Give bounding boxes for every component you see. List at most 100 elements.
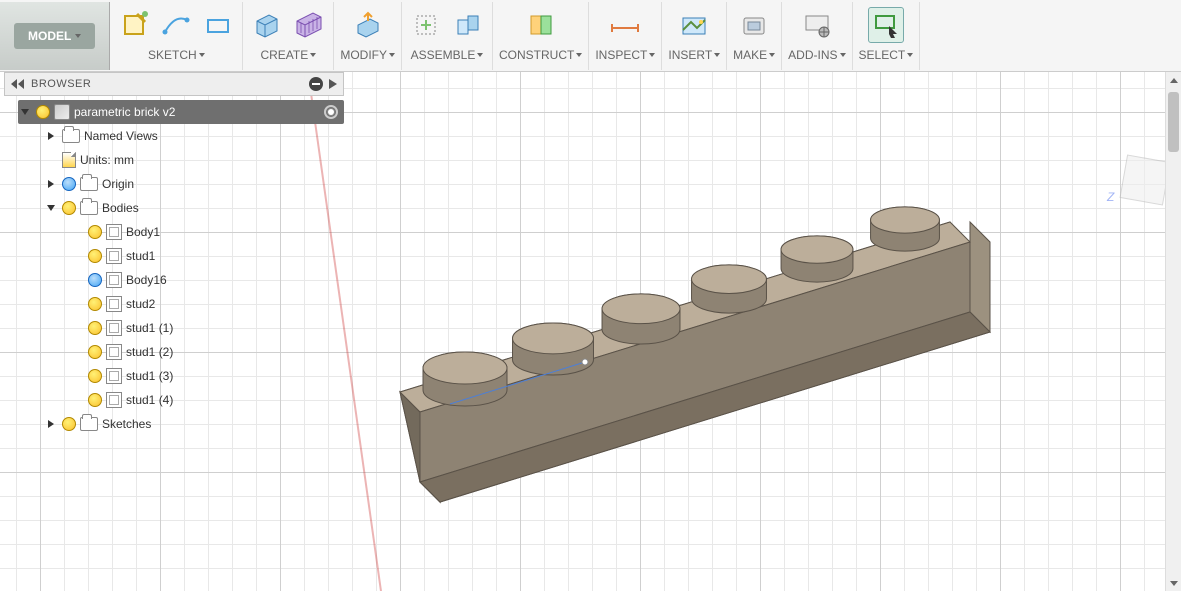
extrude-icon[interactable] bbox=[249, 7, 285, 43]
visibility-bulb-icon[interactable] bbox=[62, 201, 76, 215]
expander[interactable] bbox=[44, 132, 58, 140]
tree-item-label: Body16 bbox=[126, 273, 167, 287]
tree-item[interactable]: Sketches bbox=[44, 412, 344, 436]
visibility-bulb-icon[interactable] bbox=[88, 249, 102, 263]
toolbar-group-sketch: SKETCH bbox=[110, 2, 243, 70]
tree-item[interactable]: stud1 (4) bbox=[70, 388, 344, 412]
visibility-bulb-icon[interactable] bbox=[62, 417, 76, 431]
box-pattern-icon[interactable] bbox=[291, 7, 327, 43]
toolbar-group-create: CREATE bbox=[243, 2, 334, 70]
expand-down-icon bbox=[21, 109, 29, 115]
toolbar-label-modify[interactable]: MODIFY bbox=[340, 48, 387, 62]
visibility-bulb-icon[interactable] bbox=[88, 321, 102, 335]
tree-item[interactable]: stud1 (3) bbox=[70, 364, 344, 388]
tree-root[interactable]: parametric brick v2 bbox=[18, 100, 344, 124]
visibility-bulb-icon[interactable] bbox=[88, 393, 102, 407]
workspace-switcher[interactable]: MODEL bbox=[0, 2, 110, 70]
new-component-icon[interactable] bbox=[408, 7, 444, 43]
tree-item[interactable]: Body16 bbox=[70, 268, 344, 292]
press-pull-icon[interactable] bbox=[350, 7, 386, 43]
minimize-panel-icon[interactable] bbox=[309, 77, 323, 91]
scripts-icon[interactable] bbox=[799, 7, 835, 43]
toolbar-label-inspect[interactable]: INSPECT bbox=[595, 48, 647, 62]
body-icon bbox=[106, 344, 122, 360]
expand-right-icon bbox=[48, 420, 54, 428]
tree-item-label: Bodies bbox=[102, 201, 139, 215]
tree-item[interactable]: stud1 bbox=[70, 244, 344, 268]
toolbar-group-assemble: ASSEMBLE bbox=[402, 2, 493, 70]
caret-down-icon bbox=[389, 53, 395, 57]
panel-caret-icon[interactable] bbox=[329, 79, 337, 89]
tree-item-label: stud2 bbox=[126, 297, 155, 311]
toolbar-group-make: MAKE bbox=[727, 2, 782, 70]
caret-down-icon bbox=[714, 53, 720, 57]
toolbar-label-select[interactable]: SELECT bbox=[859, 48, 906, 62]
main-toolbar: MODEL SKETCH CREATE MODIFY ASSEMBLE CONS… bbox=[0, 0, 1181, 72]
measure-icon[interactable] bbox=[607, 7, 643, 43]
line-icon[interactable] bbox=[158, 7, 194, 43]
toolbar-label-create[interactable]: CREATE bbox=[260, 48, 308, 62]
tree-item[interactable]: Body1 bbox=[70, 220, 344, 244]
tree-item-label: Named Views bbox=[84, 129, 158, 143]
expand-right-icon bbox=[48, 132, 54, 140]
tree-item[interactable]: stud1 (2) bbox=[70, 340, 344, 364]
toolbar-label-assemble[interactable]: ASSEMBLE bbox=[411, 48, 476, 62]
activate-component-icon[interactable] bbox=[324, 105, 338, 119]
body-icon bbox=[106, 248, 122, 264]
tree-item-label: stud1 (1) bbox=[126, 321, 173, 335]
tree-item[interactable]: Origin bbox=[44, 172, 344, 196]
visibility-bulb-icon[interactable] bbox=[88, 225, 102, 239]
tree-item[interactable]: Units: mm bbox=[44, 148, 344, 172]
workspace-label: MODEL bbox=[28, 29, 71, 43]
toolbar-label-addins[interactable]: ADD-INS bbox=[788, 48, 837, 62]
expand-right-icon bbox=[48, 180, 54, 188]
body-icon bbox=[106, 368, 122, 384]
tree-item-label: stud1 bbox=[126, 249, 155, 263]
expander[interactable] bbox=[44, 180, 58, 188]
rewind-icon[interactable] bbox=[11, 79, 25, 89]
caret-down-icon bbox=[907, 53, 913, 57]
toolbar-group-inspect: INSPECT bbox=[589, 2, 662, 70]
scroll-down-icon bbox=[1170, 581, 1178, 586]
toolbar-group-select: SELECT bbox=[853, 2, 921, 70]
expander[interactable] bbox=[44, 420, 58, 428]
document-icon bbox=[62, 152, 76, 168]
construct-plane-icon[interactable] bbox=[523, 7, 559, 43]
folder-icon bbox=[80, 201, 98, 215]
visibility-bulb-icon[interactable] bbox=[88, 369, 102, 383]
caret-down-icon bbox=[310, 53, 316, 57]
toolbar-label-make[interactable]: MAKE bbox=[733, 48, 767, 62]
insert-decal-icon[interactable] bbox=[676, 7, 712, 43]
expander[interactable] bbox=[44, 205, 58, 211]
visibility-bulb-icon[interactable] bbox=[62, 177, 76, 191]
toolbar-label-construct[interactable]: CONSTRUCT bbox=[499, 48, 574, 62]
body-icon bbox=[106, 224, 122, 240]
toolbar-label-sketch[interactable]: SKETCH bbox=[148, 48, 197, 62]
tree-item[interactable]: stud1 (1) bbox=[70, 316, 344, 340]
visibility-bulb-icon[interactable] bbox=[36, 105, 50, 119]
toolbar-group-construct: CONSTRUCT bbox=[493, 2, 589, 70]
tree-item-label: Units: mm bbox=[80, 153, 134, 167]
tree-item[interactable]: stud2 bbox=[70, 292, 344, 316]
tree-item[interactable]: Named Views bbox=[44, 124, 344, 148]
toolbar-label-insert[interactable]: INSERT bbox=[668, 48, 712, 62]
folder-icon bbox=[80, 417, 98, 431]
print-3d-icon[interactable] bbox=[736, 7, 772, 43]
visibility-bulb-icon[interactable] bbox=[88, 345, 102, 359]
create-sketch-icon[interactable] bbox=[116, 7, 152, 43]
vertical-scrollbar[interactable] bbox=[1165, 72, 1181, 591]
folder-icon bbox=[62, 129, 80, 143]
rectangle-icon[interactable] bbox=[200, 7, 236, 43]
joint-icon[interactable] bbox=[450, 7, 486, 43]
body-icon bbox=[106, 272, 122, 288]
tree-item[interactable]: Bodies bbox=[44, 196, 344, 220]
body-icon bbox=[106, 320, 122, 336]
browser-header[interactable]: BROWSER bbox=[4, 72, 344, 96]
folder-icon bbox=[80, 177, 98, 191]
select-tool-icon[interactable] bbox=[868, 7, 904, 43]
caret-down-icon bbox=[199, 53, 205, 57]
toolbar-group-insert: INSERT bbox=[662, 2, 727, 70]
visibility-bulb-icon[interactable] bbox=[88, 297, 102, 311]
scroll-thumb[interactable] bbox=[1168, 92, 1179, 152]
visibility-bulb-icon[interactable] bbox=[88, 273, 102, 287]
